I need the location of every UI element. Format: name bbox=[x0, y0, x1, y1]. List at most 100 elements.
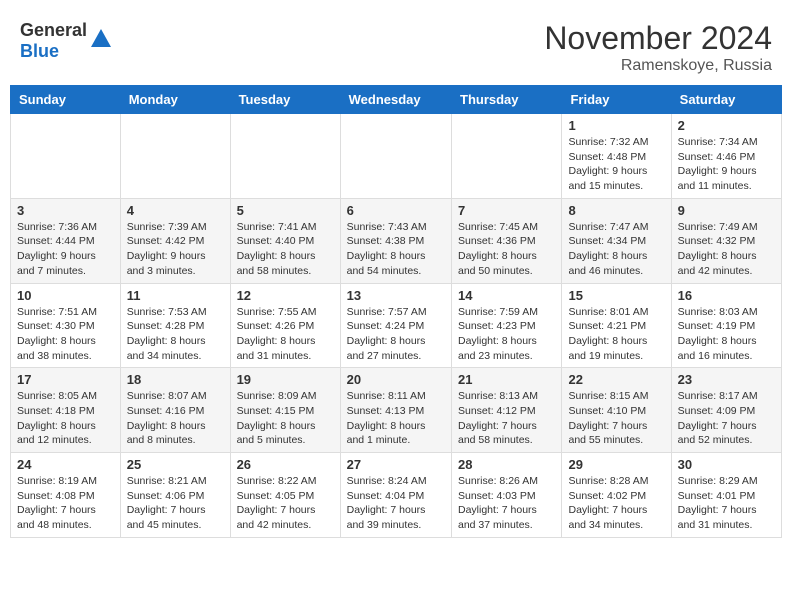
day-number: 12 bbox=[237, 288, 334, 303]
day-number: 1 bbox=[568, 118, 664, 133]
day-info: Sunrise: 8:11 AM Sunset: 4:13 PM Dayligh… bbox=[347, 389, 445, 448]
day-number: 16 bbox=[678, 288, 775, 303]
calendar-week-0: 1 Sunrise: 7:32 AM Sunset: 4:48 PM Daylig… bbox=[11, 114, 782, 199]
day-info: Sunrise: 8:17 AM Sunset: 4:09 PM Dayligh… bbox=[678, 389, 775, 448]
header-saturday: Saturday bbox=[671, 86, 781, 114]
day-info: Sunrise: 7:45 AM Sunset: 4:36 PM Dayligh… bbox=[458, 220, 555, 279]
location: Ramenskoye, Russia bbox=[544, 57, 772, 75]
day-number: 22 bbox=[568, 372, 664, 387]
calendar-week-4: 24 Sunrise: 8:19 AM Sunset: 4:08 PM Dayli… bbox=[11, 453, 782, 538]
day-number: 18 bbox=[127, 372, 224, 387]
day-info: Sunrise: 8:13 AM Sunset: 4:12 PM Dayligh… bbox=[458, 389, 555, 448]
calendar-cell: 17 Sunrise: 8:05 AM Sunset: 4:18 PM Dayli… bbox=[11, 368, 121, 453]
calendar-cell: 29Sunrise: 8:28 AM Sunset: 4:02 PM Dayli… bbox=[562, 453, 671, 538]
calendar-cell: 2 Sunrise: 7:34 AM Sunset: 4:46 PM Daylig… bbox=[671, 114, 781, 199]
day-number: 3 bbox=[17, 203, 114, 218]
calendar-cell: 23Sunrise: 8:17 AM Sunset: 4:09 PM Dayli… bbox=[671, 368, 781, 453]
calendar-cell: 20Sunrise: 8:11 AM Sunset: 4:13 PM Dayli… bbox=[340, 368, 451, 453]
calendar-cell: 12 Sunrise: 7:55 AM Sunset: 4:26 PM Dayli… bbox=[230, 283, 340, 368]
day-number: 2 bbox=[678, 118, 775, 133]
logo-icon bbox=[89, 27, 113, 51]
calendar-cell: 6 Sunrise: 7:43 AM Sunset: 4:38 PM Daylig… bbox=[340, 198, 451, 283]
calendar-cell: 22Sunrise: 8:15 AM Sunset: 4:10 PM Dayli… bbox=[562, 368, 671, 453]
day-info: Sunrise: 7:39 AM Sunset: 4:42 PM Dayligh… bbox=[127, 220, 224, 279]
calendar-cell bbox=[340, 114, 451, 199]
day-number: 15 bbox=[568, 288, 664, 303]
day-number: 19 bbox=[237, 372, 334, 387]
day-info: Sunrise: 7:36 AM Sunset: 4:44 PM Dayligh… bbox=[17, 220, 114, 279]
calendar-cell: 9 Sunrise: 7:49 AM Sunset: 4:32 PM Daylig… bbox=[671, 198, 781, 283]
calendar-cell: 21 Sunrise: 8:13 AM Sunset: 4:12 PM Dayli… bbox=[452, 368, 562, 453]
title-area: November 2024 Ramenskoye, Russia bbox=[544, 20, 772, 75]
day-info: Sunrise: 8:29 AM Sunset: 4:01 PM Dayligh… bbox=[678, 474, 775, 533]
day-number: 5 bbox=[237, 203, 334, 218]
calendar-cell: 3 Sunrise: 7:36 AM Sunset: 4:44 PM Daylig… bbox=[11, 198, 121, 283]
calendar-cell: 5Sunrise: 7:41 AM Sunset: 4:40 PM Daylig… bbox=[230, 198, 340, 283]
calendar-cell: 4Sunrise: 7:39 AM Sunset: 4:42 PM Daylig… bbox=[120, 198, 230, 283]
calendar-cell: 19 Sunrise: 8:09 AM Sunset: 4:15 PM Dayli… bbox=[230, 368, 340, 453]
logo: General Blue bbox=[20, 20, 113, 62]
day-number: 30 bbox=[678, 457, 775, 472]
calendar-cell: 11Sunrise: 7:53 AM Sunset: 4:28 PM Dayli… bbox=[120, 283, 230, 368]
day-info: Sunrise: 8:07 AM Sunset: 4:16 PM Dayligh… bbox=[127, 389, 224, 448]
day-info: Sunrise: 8:05 AM Sunset: 4:18 PM Dayligh… bbox=[17, 389, 114, 448]
header-thursday: Thursday bbox=[452, 86, 562, 114]
day-info: Sunrise: 8:19 AM Sunset: 4:08 PM Dayligh… bbox=[17, 474, 114, 533]
calendar-cell bbox=[120, 114, 230, 199]
calendar-cell: 30 Sunrise: 8:29 AM Sunset: 4:01 PM Dayli… bbox=[671, 453, 781, 538]
day-info: Sunrise: 8:26 AM Sunset: 4:03 PM Dayligh… bbox=[458, 474, 555, 533]
day-number: 11 bbox=[127, 288, 224, 303]
month-title: November 2024 bbox=[544, 20, 772, 57]
day-number: 13 bbox=[347, 288, 445, 303]
day-info: Sunrise: 7:34 AM Sunset: 4:46 PM Dayligh… bbox=[678, 135, 775, 194]
calendar-cell: 10 Sunrise: 7:51 AM Sunset: 4:30 PM Dayli… bbox=[11, 283, 121, 368]
day-info: Sunrise: 8:09 AM Sunset: 4:15 PM Dayligh… bbox=[237, 389, 334, 448]
calendar-cell: 16Sunrise: 8:03 AM Sunset: 4:19 PM Dayli… bbox=[671, 283, 781, 368]
calendar-cell: 18 Sunrise: 8:07 AM Sunset: 4:16 PM Dayli… bbox=[120, 368, 230, 453]
day-number: 14 bbox=[458, 288, 555, 303]
day-number: 7 bbox=[458, 203, 555, 218]
day-info: Sunrise: 7:55 AM Sunset: 4:26 PM Dayligh… bbox=[237, 305, 334, 364]
day-info: Sunrise: 7:43 AM Sunset: 4:38 PM Dayligh… bbox=[347, 220, 445, 279]
calendar-cell: 28 Sunrise: 8:26 AM Sunset: 4:03 PM Dayli… bbox=[452, 453, 562, 538]
day-number: 9 bbox=[678, 203, 775, 218]
day-info: Sunrise: 8:01 AM Sunset: 4:21 PM Dayligh… bbox=[568, 305, 664, 364]
header-tuesday: Tuesday bbox=[230, 86, 340, 114]
header-wednesday: Wednesday bbox=[340, 86, 451, 114]
logo-blue: Blue bbox=[20, 41, 59, 61]
day-number: 6 bbox=[347, 203, 445, 218]
calendar-cell bbox=[230, 114, 340, 199]
day-info: Sunrise: 7:51 AM Sunset: 4:30 PM Dayligh… bbox=[17, 305, 114, 364]
day-number: 8 bbox=[568, 203, 664, 218]
logo-text: General Blue bbox=[20, 20, 87, 62]
day-info: Sunrise: 7:32 AM Sunset: 4:48 PM Dayligh… bbox=[568, 135, 664, 194]
day-info: Sunrise: 7:47 AM Sunset: 4:34 PM Dayligh… bbox=[568, 220, 664, 279]
day-number: 10 bbox=[17, 288, 114, 303]
calendar-cell: 25Sunrise: 8:21 AM Sunset: 4:06 PM Dayli… bbox=[120, 453, 230, 538]
day-number: 21 bbox=[458, 372, 555, 387]
calendar-cell: 1 Sunrise: 7:32 AM Sunset: 4:48 PM Daylig… bbox=[562, 114, 671, 199]
day-info: Sunrise: 7:57 AM Sunset: 4:24 PM Dayligh… bbox=[347, 305, 445, 364]
calendar-cell: 24 Sunrise: 8:19 AM Sunset: 4:08 PM Dayli… bbox=[11, 453, 121, 538]
calendar-cell: 8 Sunrise: 7:47 AM Sunset: 4:34 PM Daylig… bbox=[562, 198, 671, 283]
header-friday: Friday bbox=[562, 86, 671, 114]
day-info: Sunrise: 7:49 AM Sunset: 4:32 PM Dayligh… bbox=[678, 220, 775, 279]
calendar-week-2: 10 Sunrise: 7:51 AM Sunset: 4:30 PM Dayli… bbox=[11, 283, 782, 368]
day-info: Sunrise: 8:24 AM Sunset: 4:04 PM Dayligh… bbox=[347, 474, 445, 533]
calendar-cell: 27 Sunrise: 8:24 AM Sunset: 4:04 PM Dayli… bbox=[340, 453, 451, 538]
calendar-cell: 13 Sunrise: 7:57 AM Sunset: 4:24 PM Dayli… bbox=[340, 283, 451, 368]
day-number: 29 bbox=[568, 457, 664, 472]
day-number: 24 bbox=[17, 457, 114, 472]
logo-general: General bbox=[20, 20, 87, 40]
calendar-week-3: 17 Sunrise: 8:05 AM Sunset: 4:18 PM Dayli… bbox=[11, 368, 782, 453]
calendar-cell: 26Sunrise: 8:22 AM Sunset: 4:05 PM Dayli… bbox=[230, 453, 340, 538]
day-number: 27 bbox=[347, 457, 445, 472]
day-number: 25 bbox=[127, 457, 224, 472]
header-sunday: Sunday bbox=[11, 86, 121, 114]
day-number: 17 bbox=[17, 372, 114, 387]
day-info: Sunrise: 7:59 AM Sunset: 4:23 PM Dayligh… bbox=[458, 305, 555, 364]
day-number: 28 bbox=[458, 457, 555, 472]
calendar-table: SundayMondayTuesdayWednesdayThursdayFrid… bbox=[10, 85, 782, 538]
calendar-cell: 15 Sunrise: 8:01 AM Sunset: 4:21 PM Dayli… bbox=[562, 283, 671, 368]
calendar-header-row: SundayMondayTuesdayWednesdayThursdayFrid… bbox=[11, 86, 782, 114]
